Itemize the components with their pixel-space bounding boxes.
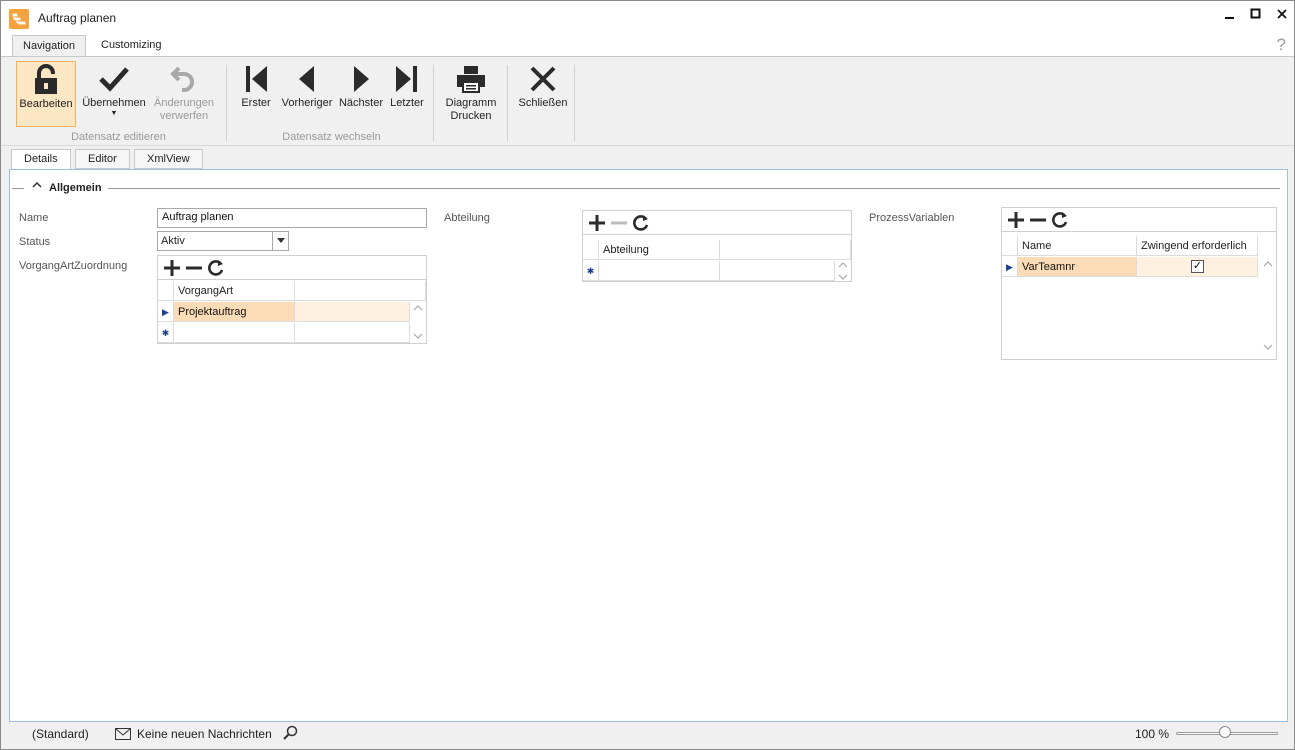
scrollbar[interactable] bbox=[1260, 257, 1276, 357]
search-icon[interactable] bbox=[282, 725, 298, 744]
new-row-icon: ✱ bbox=[583, 261, 599, 281]
column-header-name[interactable]: Name bbox=[1018, 236, 1137, 256]
apply-button[interactable]: Übernehmen ▼ bbox=[79, 61, 149, 125]
grid-toolbar bbox=[583, 211, 851, 235]
ribbon-separator bbox=[433, 65, 434, 141]
first-record-button[interactable]: Erster bbox=[238, 61, 274, 125]
last-record-icon bbox=[388, 61, 426, 97]
tab-customizing[interactable]: Customizing bbox=[91, 35, 172, 57]
vorgang-label: VorgangArtZuordnung bbox=[19, 260, 128, 272]
refresh-icon[interactable] bbox=[632, 214, 650, 232]
row-indicator-icon: ▶ bbox=[158, 302, 174, 322]
checkmark-icon bbox=[79, 61, 149, 97]
grid-toolbar bbox=[1002, 208, 1276, 232]
close-record-button[interactable]: Schließen bbox=[515, 61, 571, 125]
help-icon[interactable]: ? bbox=[1277, 35, 1286, 55]
last-record-button[interactable]: Letzter bbox=[388, 61, 426, 125]
status-label: Status bbox=[19, 236, 51, 248]
status-bar: (Standard) Keine neuen Nachrichten 100 % bbox=[1, 722, 1294, 749]
status-select[interactable]: Aktiv bbox=[157, 231, 289, 251]
application-window: Auftrag planen Navigation Customizing ? bbox=[0, 0, 1295, 750]
next-icon bbox=[338, 61, 384, 97]
divider bbox=[12, 188, 24, 189]
discard-changes-button[interactable]: Änderungen verwerfen bbox=[152, 61, 216, 125]
remove-icon[interactable] bbox=[610, 214, 628, 232]
remove-icon[interactable] bbox=[1029, 211, 1047, 229]
table-row[interactable]: Projektauftrag bbox=[174, 302, 295, 322]
title-bar: Auftrag planen bbox=[1, 1, 1294, 33]
print-diagram-button[interactable]: Diagramm Drucken bbox=[442, 61, 500, 125]
edit-button[interactable]: Bearbeiten bbox=[16, 61, 76, 127]
prozess-grid: Name Zwingend erforderlich ▶ VarTeamnr ✓ bbox=[1001, 207, 1277, 360]
add-icon[interactable] bbox=[163, 259, 181, 277]
new-row[interactable] bbox=[174, 323, 295, 343]
tab-editor[interactable]: Editor bbox=[75, 149, 130, 169]
window-title: Auftrag planen bbox=[38, 11, 117, 25]
required-cell[interactable]: ✓ bbox=[1137, 257, 1258, 277]
tab-details[interactable]: Details bbox=[11, 149, 71, 170]
ribbon-tabs: Navigation Customizing ? bbox=[1, 33, 1294, 57]
column-header-required[interactable]: Zwingend erforderlich bbox=[1137, 236, 1258, 256]
printer-icon bbox=[442, 61, 500, 97]
tab-navigation[interactable]: Navigation bbox=[12, 35, 86, 57]
new-row-icon: ✱ bbox=[158, 323, 174, 343]
abteilung-grid: Abteilung ✱ bbox=[582, 210, 852, 282]
column-header-abteilung[interactable]: Abteilung bbox=[599, 240, 720, 260]
ribbon: Bearbeiten Übernehmen ▼ Änderungen verwe… bbox=[1, 56, 1294, 146]
close-icon[interactable] bbox=[1269, 3, 1295, 25]
layout-status[interactable]: (Standard) bbox=[32, 727, 89, 741]
chevron-down-icon[interactable] bbox=[272, 232, 288, 250]
add-icon[interactable] bbox=[1007, 211, 1025, 229]
next-record-button[interactable]: Nächster bbox=[338, 61, 384, 125]
app-logo-icon bbox=[9, 9, 29, 29]
row-indicator-icon: ▶ bbox=[1002, 257, 1018, 277]
maximize-icon[interactable] bbox=[1243, 3, 1269, 25]
zoom-slider-thumb[interactable] bbox=[1219, 726, 1231, 738]
previous-icon bbox=[279, 61, 335, 97]
group-title[interactable]: Allgemein bbox=[49, 182, 102, 194]
messages-status[interactable]: Keine neuen Nachrichten bbox=[137, 727, 272, 741]
collapse-caret-icon[interactable] bbox=[32, 180, 42, 193]
group-label-edit: Datensatz editieren bbox=[71, 131, 166, 143]
undo-icon bbox=[152, 61, 216, 97]
group-label-navigate: Datensatz wechseln bbox=[282, 131, 381, 143]
refresh-icon[interactable] bbox=[1051, 211, 1069, 229]
details-panel: Allgemein Name Auftrag planen Status Akt… bbox=[9, 169, 1288, 722]
unlock-icon bbox=[17, 62, 75, 98]
table-row[interactable]: VarTeamnr bbox=[1018, 257, 1137, 277]
scrollbar[interactable] bbox=[835, 261, 851, 281]
remove-icon[interactable] bbox=[185, 259, 203, 277]
ribbon-separator bbox=[507, 65, 508, 141]
previous-record-button[interactable]: Vorheriger bbox=[279, 61, 335, 125]
refresh-icon[interactable] bbox=[207, 259, 225, 277]
tab-xmlview[interactable]: XmlView bbox=[134, 149, 203, 169]
required-checkbox[interactable]: ✓ bbox=[1191, 260, 1204, 273]
divider bbox=[108, 188, 1280, 189]
close-x-icon bbox=[515, 61, 571, 97]
name-field[interactable]: Auftrag planen bbox=[157, 208, 427, 228]
abteilung-label: Abteilung bbox=[444, 212, 490, 224]
vorgang-grid: VorgangArt ▶ Projektauftrag ✱ bbox=[157, 255, 427, 344]
first-record-icon bbox=[238, 61, 274, 97]
status-value: Aktiv bbox=[161, 235, 185, 247]
scrollbar[interactable] bbox=[410, 302, 426, 344]
zoom-level: 100 % bbox=[1135, 727, 1170, 741]
dropdown-arrow-icon[interactable]: ▼ bbox=[79, 110, 149, 118]
new-row[interactable] bbox=[599, 261, 720, 281]
minimize-icon[interactable] bbox=[1217, 3, 1243, 25]
ribbon-separator bbox=[574, 65, 575, 141]
grid-toolbar bbox=[158, 256, 426, 280]
column-header-vorgangart[interactable]: VorgangArt bbox=[174, 281, 295, 301]
envelope-icon bbox=[115, 728, 131, 743]
ribbon-separator bbox=[226, 65, 227, 141]
add-icon[interactable] bbox=[588, 214, 606, 232]
name-label: Name bbox=[19, 212, 49, 224]
prozess-label: ProzessVariablen bbox=[869, 212, 955, 224]
